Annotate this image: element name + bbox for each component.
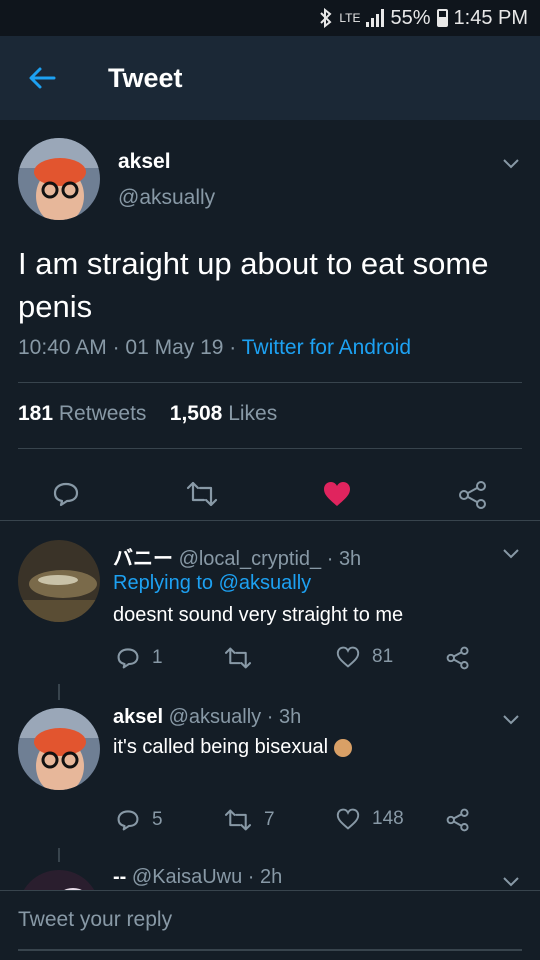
reply-tweet[interactable]: aksel @aksually · 3h it's called being b… bbox=[0, 690, 540, 846]
reply-tweet[interactable]: バニー @local_cryptid_ · 3h Replying to @ak… bbox=[0, 520, 540, 682]
reply-count: 5 bbox=[152, 809, 163, 830]
share-icon bbox=[446, 646, 469, 670]
share-button[interactable] bbox=[446, 646, 470, 670]
bluetooth-icon bbox=[319, 8, 333, 28]
reply-age: 3h bbox=[338, 548, 362, 570]
signal-icon bbox=[366, 9, 385, 27]
main-tweet: aksel @aksually I am straight up about t… bbox=[0, 120, 540, 509]
reply-author-handle[interactable]: @KaisaUwu bbox=[132, 866, 242, 888]
reply-author-name[interactable]: -- bbox=[113, 866, 126, 888]
divider bbox=[18, 448, 522, 449]
chevron-down-icon[interactable] bbox=[500, 542, 522, 564]
reply-button[interactable]: 1 bbox=[116, 646, 163, 670]
tweet-meta: 10:40 AM · 01 May 19 · Twitter for Andro… bbox=[18, 336, 412, 359]
reply-count: 1 bbox=[152, 647, 163, 668]
reply-age: 3h bbox=[278, 706, 302, 728]
retweet-button[interactable]: 7 bbox=[224, 808, 275, 832]
back-arrow-icon bbox=[29, 67, 56, 89]
network-label: LTE bbox=[339, 11, 361, 25]
retweets-stat[interactable]: 181 Retweets bbox=[18, 402, 146, 425]
author-name[interactable]: aksel bbox=[118, 150, 171, 174]
share-button[interactable] bbox=[458, 480, 488, 510]
author-handle[interactable]: @aksually bbox=[118, 186, 215, 210]
reply-button[interactable] bbox=[52, 480, 80, 508]
tweet-time: 10:40 AM bbox=[18, 336, 107, 359]
clock: 1:45 PM bbox=[453, 6, 528, 29]
back-button[interactable] bbox=[0, 36, 84, 120]
heart-filled-icon bbox=[324, 482, 350, 506]
like-button[interactable]: 81 bbox=[336, 646, 393, 668]
replying-to: Replying to @aksually bbox=[113, 572, 312, 594]
reply-author-handle[interactable]: @aksually bbox=[169, 706, 262, 728]
reply-author-name[interactable]: バニー bbox=[113, 548, 173, 570]
app-bar: Tweet bbox=[0, 36, 540, 120]
avatar[interactable] bbox=[18, 540, 100, 622]
page-title: Tweet bbox=[108, 62, 183, 93]
replying-to-handle[interactable]: @aksually bbox=[219, 572, 312, 594]
reply-icon bbox=[117, 648, 139, 669]
share-button[interactable] bbox=[446, 808, 470, 832]
reply-text: doesnt sound very straight to me bbox=[113, 604, 404, 626]
tweet-text: I am straight up about to eat some penis bbox=[18, 246, 489, 324]
retweet-icon bbox=[224, 809, 252, 831]
battery-icon bbox=[436, 9, 448, 27]
tweet-actions bbox=[0, 468, 540, 520]
like-button[interactable]: 148 bbox=[336, 808, 404, 830]
share-icon bbox=[446, 808, 469, 832]
reply-age: 2h bbox=[260, 866, 283, 888]
divider bbox=[18, 382, 522, 383]
reply-author-handle[interactable]: @local_cryptid_ bbox=[179, 548, 322, 570]
reply-header: バニー @local_cryptid_ · 3h bbox=[113, 548, 362, 570]
tweet-client-link[interactable]: Twitter for Android bbox=[242, 336, 411, 359]
heart-icon bbox=[336, 646, 360, 668]
reply-header: -- @KaisaUwu · 2h bbox=[113, 866, 283, 888]
tweet-stats: 181 Retweets 1,508 Likes bbox=[18, 402, 277, 426]
reply-button[interactable]: 5 bbox=[116, 808, 163, 832]
reply-input[interactable]: Tweet your reply bbox=[18, 891, 522, 951]
tweet-header: aksel @aksually bbox=[0, 120, 540, 220]
reply-tweet[interactable]: -- @KaisaUwu · 2h bbox=[0, 856, 540, 890]
face-emoji-icon bbox=[334, 738, 353, 757]
retweet-button[interactable] bbox=[224, 646, 264, 670]
like-button[interactable] bbox=[322, 480, 352, 508]
retweet-count: 7 bbox=[264, 809, 275, 830]
avatar[interactable] bbox=[18, 870, 100, 890]
retweet-icon bbox=[224, 647, 252, 669]
reply-bar: Tweet your reply bbox=[0, 890, 540, 960]
reply-text: it's called being bisexual bbox=[113, 736, 329, 758]
share-icon bbox=[459, 481, 486, 509]
retweet-button[interactable] bbox=[186, 480, 218, 508]
reply-icon bbox=[53, 482, 79, 507]
tweet-date: 01 May 19 bbox=[125, 336, 224, 359]
reply-icon bbox=[117, 810, 139, 831]
heart-icon bbox=[336, 808, 360, 830]
chevron-down-icon[interactable] bbox=[500, 152, 522, 174]
reply-author-name[interactable]: aksel bbox=[113, 706, 163, 728]
chevron-down-icon[interactable] bbox=[500, 708, 522, 730]
status-bar: LTE 55% 1:45 PM bbox=[0, 0, 540, 36]
battery-percent: 55% bbox=[390, 6, 431, 29]
reply-text-row: it's called being bisexual bbox=[113, 736, 353, 759]
like-count: 81 bbox=[372, 646, 394, 667]
reply-header: aksel @aksually · 3h bbox=[113, 706, 302, 728]
avatar[interactable] bbox=[18, 138, 100, 220]
chevron-down-icon[interactable] bbox=[500, 870, 522, 890]
like-count: 148 bbox=[372, 808, 404, 829]
likes-stat[interactable]: 1,508 Likes bbox=[170, 402, 277, 425]
retweet-icon bbox=[186, 481, 218, 507]
avatar[interactable] bbox=[18, 708, 100, 790]
